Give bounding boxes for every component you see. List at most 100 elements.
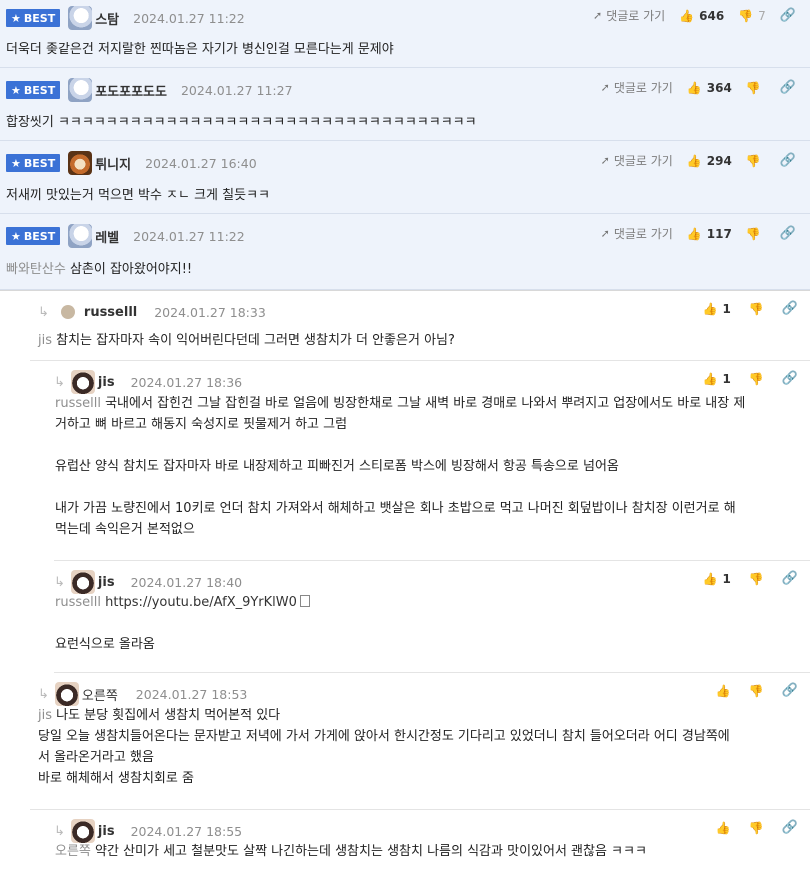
nickname[interactable]: russelll: [84, 305, 137, 320]
thumb-down-icon[interactable]: 👎: [749, 684, 764, 698]
thumb-down-icon: 👎: [738, 8, 754, 23]
best-comment: ★ BEST 레벨 2024.01.27 11:22 ➚ 댓글로 가기 👍 117 👎…: [0, 214, 810, 290]
best-comment: ★ BEST 튀니지 2024.01.27 16:40 ➚ 댓글로 가기 👍 294 …: [0, 141, 810, 214]
goto-comment-link[interactable]: ➚ 댓글로 가기: [601, 225, 673, 242]
nickname[interactable]: jis: [98, 824, 115, 839]
location-arrow-icon: ➚: [600, 81, 610, 94]
timestamp: 2024.01.27 18:36: [130, 374, 243, 390]
dislike-button[interactable]: 👎: [746, 154, 766, 168]
dislike-button[interactable]: 👎: [746, 227, 766, 241]
location-arrow-icon: ➚: [600, 154, 610, 167]
avatar[interactable]: [68, 6, 93, 30]
nickname[interactable]: 레벨: [95, 227, 119, 246]
best-comments: ★ BEST 스탐 2024.01.27 11:22 ➚ 댓글로 가기 👍 646 👎…: [0, 0, 810, 290]
thumb-up-icon: 👍: [686, 80, 702, 95]
reply-arrow-icon: ↳: [54, 823, 65, 839]
link-icon[interactable]: 🔗: [780, 80, 796, 95]
reply-thread: ↳ russelll 2024.01.27 18:33 👍 1 👎 🔗 jis 참…: [0, 290, 810, 882]
best-badge: ★ BEST: [6, 227, 61, 245]
link-icon[interactable]: 🔗: [782, 371, 798, 386]
goto-comment-link[interactable]: ➚ 댓글로 가기: [593, 7, 665, 24]
avatar[interactable]: [70, 570, 95, 594]
comment-text: jis 참치는 잡자마자 속이 익어버린다던데 그러면 생참치가 더 안좋은거 …: [38, 333, 455, 348]
comment-text: 빠와탄산수 삼촌이 잡아왔어야지!!: [6, 262, 193, 277]
nickname[interactable]: 스탐: [95, 9, 119, 28]
star-icon: ★: [11, 83, 21, 97]
star-icon: ★: [11, 156, 21, 170]
like-button[interactable]: 👍 1: [703, 372, 731, 386]
like-button[interactable]: 👍 117: [687, 227, 732, 241]
mention-tag[interactable]: 오른쪽: [55, 844, 91, 859]
comment-text: 오른쪽 약간 산미가 세고 철분맛도 살짝 나긴하는데 생참치는 생참치 나름의…: [55, 844, 647, 859]
location-arrow-icon: ➚: [600, 227, 610, 240]
timestamp: 2024.01.27 11:27: [180, 82, 293, 98]
star-icon: ★: [11, 11, 21, 25]
link-icon[interactable]: 🔗: [780, 226, 796, 241]
link-icon[interactable]: 🔗: [780, 8, 796, 23]
timestamp: 2024.01.27 11:22: [133, 10, 245, 26]
thumb-up-icon: 👍: [702, 371, 718, 386]
goto-comment-link[interactable]: ➚ 댓글로 가기: [601, 79, 673, 96]
dislike-button[interactable]: 👎: [746, 81, 766, 95]
mention-tag[interactable]: jis: [38, 708, 52, 723]
comment-text: 저새끼 맛있는거 먹으면 박수 ㅈㄴ 크게 칠듯ㅋㅋ: [6, 188, 270, 203]
reply-arrow-icon: ↳: [54, 374, 65, 390]
youtube-link[interactable]: https://youtu.be/AfX_9YrKlW0: [101, 595, 297, 610]
link-icon[interactable]: 🔗: [782, 571, 798, 586]
best-badge: ★ BEST: [6, 81, 61, 99]
thumb-up-icon[interactable]: 👍: [716, 821, 731, 835]
nickname[interactable]: 오른쪽: [82, 685, 118, 704]
like-button[interactable]: 👍 1: [703, 572, 731, 586]
mention-tag[interactable]: 빠와탄산수: [6, 262, 66, 277]
link-icon[interactable]: 🔗: [780, 153, 796, 168]
reply-comment: ↳ 오른쪽 2024.01.27 18:53 👍 👎 🔗 jis 나도 분당 횟…: [30, 673, 810, 810]
thumb-up-icon: 👍: [686, 226, 702, 241]
like-button[interactable]: 👍 1: [703, 302, 731, 316]
timestamp: 2024.01.27 18:40: [130, 574, 243, 590]
nickname[interactable]: 포도포포도도: [95, 81, 167, 100]
link-icon[interactable]: 🔗: [782, 301, 798, 316]
nickname[interactable]: jis: [98, 375, 115, 390]
like-button[interactable]: 👍 364: [687, 81, 732, 95]
thumb-up-icon: 👍: [702, 571, 718, 586]
goto-comment-link[interactable]: ➚ 댓글로 가기: [601, 152, 673, 169]
thumb-down-icon[interactable]: 👎: [749, 572, 764, 586]
mention-tag[interactable]: russelll: [55, 595, 101, 610]
avatar[interactable]: [60, 305, 75, 319]
nickname[interactable]: jis: [98, 575, 115, 590]
mention-tag[interactable]: jis: [38, 333, 52, 348]
avatar[interactable]: [70, 370, 95, 394]
document-icon: [299, 595, 310, 607]
comment-text: 합장씻기 ㅋㅋㅋㅋㅋㅋㅋㅋㅋㅋㅋㅋㅋㅋㅋㅋㅋㅋㅋㅋㅋㅋㅋㅋㅋㅋㅋㅋㅋㅋㅋㅋㅋㅋㅋ: [6, 115, 477, 130]
thumb-down-icon[interactable]: 👎: [749, 372, 764, 386]
comment-text: russelll 국내에서 잡힌건 그날 잡힌걸 바로 얼음에 빙장한채로 그날…: [55, 396, 746, 537]
nickname[interactable]: 튀니지: [95, 154, 131, 173]
timestamp: 2024.01.27 18:33: [154, 304, 266, 320]
reply-comment: ↳ jis 2024.01.27 18:40 👍 1 👎 🔗 russelll h…: [54, 561, 810, 673]
reply-arrow-icon: ↳: [38, 304, 49, 320]
thumb-down-icon: 👎: [745, 80, 761, 95]
thumb-up-icon[interactable]: 👍: [716, 684, 731, 698]
like-button[interactable]: 👍 294: [687, 154, 732, 168]
timestamp: 2024.01.27 16:40: [145, 155, 257, 171]
like-button[interactable]: 👍 646: [679, 9, 724, 23]
reply-arrow-icon: ↳: [54, 574, 65, 590]
reply-comment: ↳ jis 2024.01.27 18:55 👍 👎 🔗 오른쪽 약간 산미가 …: [54, 810, 810, 882]
dislike-button[interactable]: 👎 7: [738, 9, 766, 23]
link-icon[interactable]: 🔗: [782, 683, 798, 698]
avatar[interactable]: [68, 151, 93, 175]
avatar[interactable]: [70, 819, 95, 843]
avatar[interactable]: [68, 78, 93, 102]
avatar[interactable]: [54, 682, 79, 706]
reply-comment: ↳ russelll 2024.01.27 18:33 👍 1 👎 🔗 jis 참…: [30, 291, 810, 361]
thumb-down-icon[interactable]: 👎: [749, 302, 764, 316]
reply-comment: ↳ jis 2024.01.27 18:36 👍 1 👎 🔗 russelll 국…: [54, 361, 810, 561]
location-arrow-icon: ➚: [592, 9, 603, 22]
mention-tag[interactable]: russelll: [55, 396, 101, 411]
avatar[interactable]: [68, 224, 93, 248]
link-icon[interactable]: 🔗: [782, 820, 798, 835]
best-badge: ★ BEST: [6, 154, 61, 172]
comment-text: 더욱더 좆같은건 저지랄한 찐따놈은 자기가 병신인걸 모른다는게 문제야: [6, 42, 394, 57]
thumb-down-icon: 👎: [745, 226, 761, 241]
thumb-down-icon[interactable]: 👎: [749, 821, 764, 835]
